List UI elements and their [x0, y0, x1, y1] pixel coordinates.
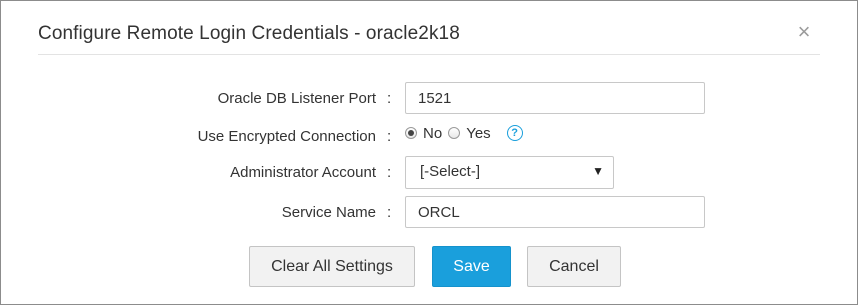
radio-yes[interactable] — [448, 127, 461, 139]
service-name-input[interactable] — [405, 196, 705, 228]
chevron-down-icon: ▼ — [592, 164, 604, 178]
dialog-title: Configure Remote Login Credentials - ora… — [38, 23, 460, 44]
admin-account-colon: : — [387, 164, 392, 181]
save-button[interactable]: Save — [432, 246, 511, 287]
listener-port-colon: : — [387, 90, 392, 107]
encrypted-connection-radio-group: No Yes ? — [405, 123, 523, 143]
configure-credentials-dialog: Configure Remote Login Credentials - ora… — [0, 0, 858, 305]
listener-port-label: Oracle DB Listener Port — [217, 90, 376, 107]
service-name-label: Service Name — [281, 204, 376, 221]
radio-no[interactable] — [405, 127, 417, 139]
encrypted-connection-label: Use Encrypted Connection — [197, 128, 376, 145]
admin-account-select[interactable]: [-Select-] ▼ — [405, 156, 614, 189]
service-name-colon: : — [387, 204, 392, 221]
dialog-header: Configure Remote Login Credentials - ora… — [1, 1, 857, 67]
help-icon[interactable]: ? — [506, 125, 523, 141]
listener-port-input[interactable] — [405, 82, 705, 114]
encrypted-connection-colon: : — [387, 128, 392, 145]
radio-yes-label[interactable]: Yes — [466, 125, 490, 142]
radio-no-label[interactable]: No — [423, 125, 442, 142]
cancel-button[interactable]: Cancel — [527, 246, 621, 287]
admin-account-selected-value: [-Select-] — [420, 163, 481, 180]
admin-account-label: Administrator Account — [230, 164, 376, 181]
header-divider — [38, 54, 820, 55]
close-icon[interactable]: × — [794, 21, 814, 43]
clear-all-settings-button[interactable]: Clear All Settings — [249, 246, 415, 287]
